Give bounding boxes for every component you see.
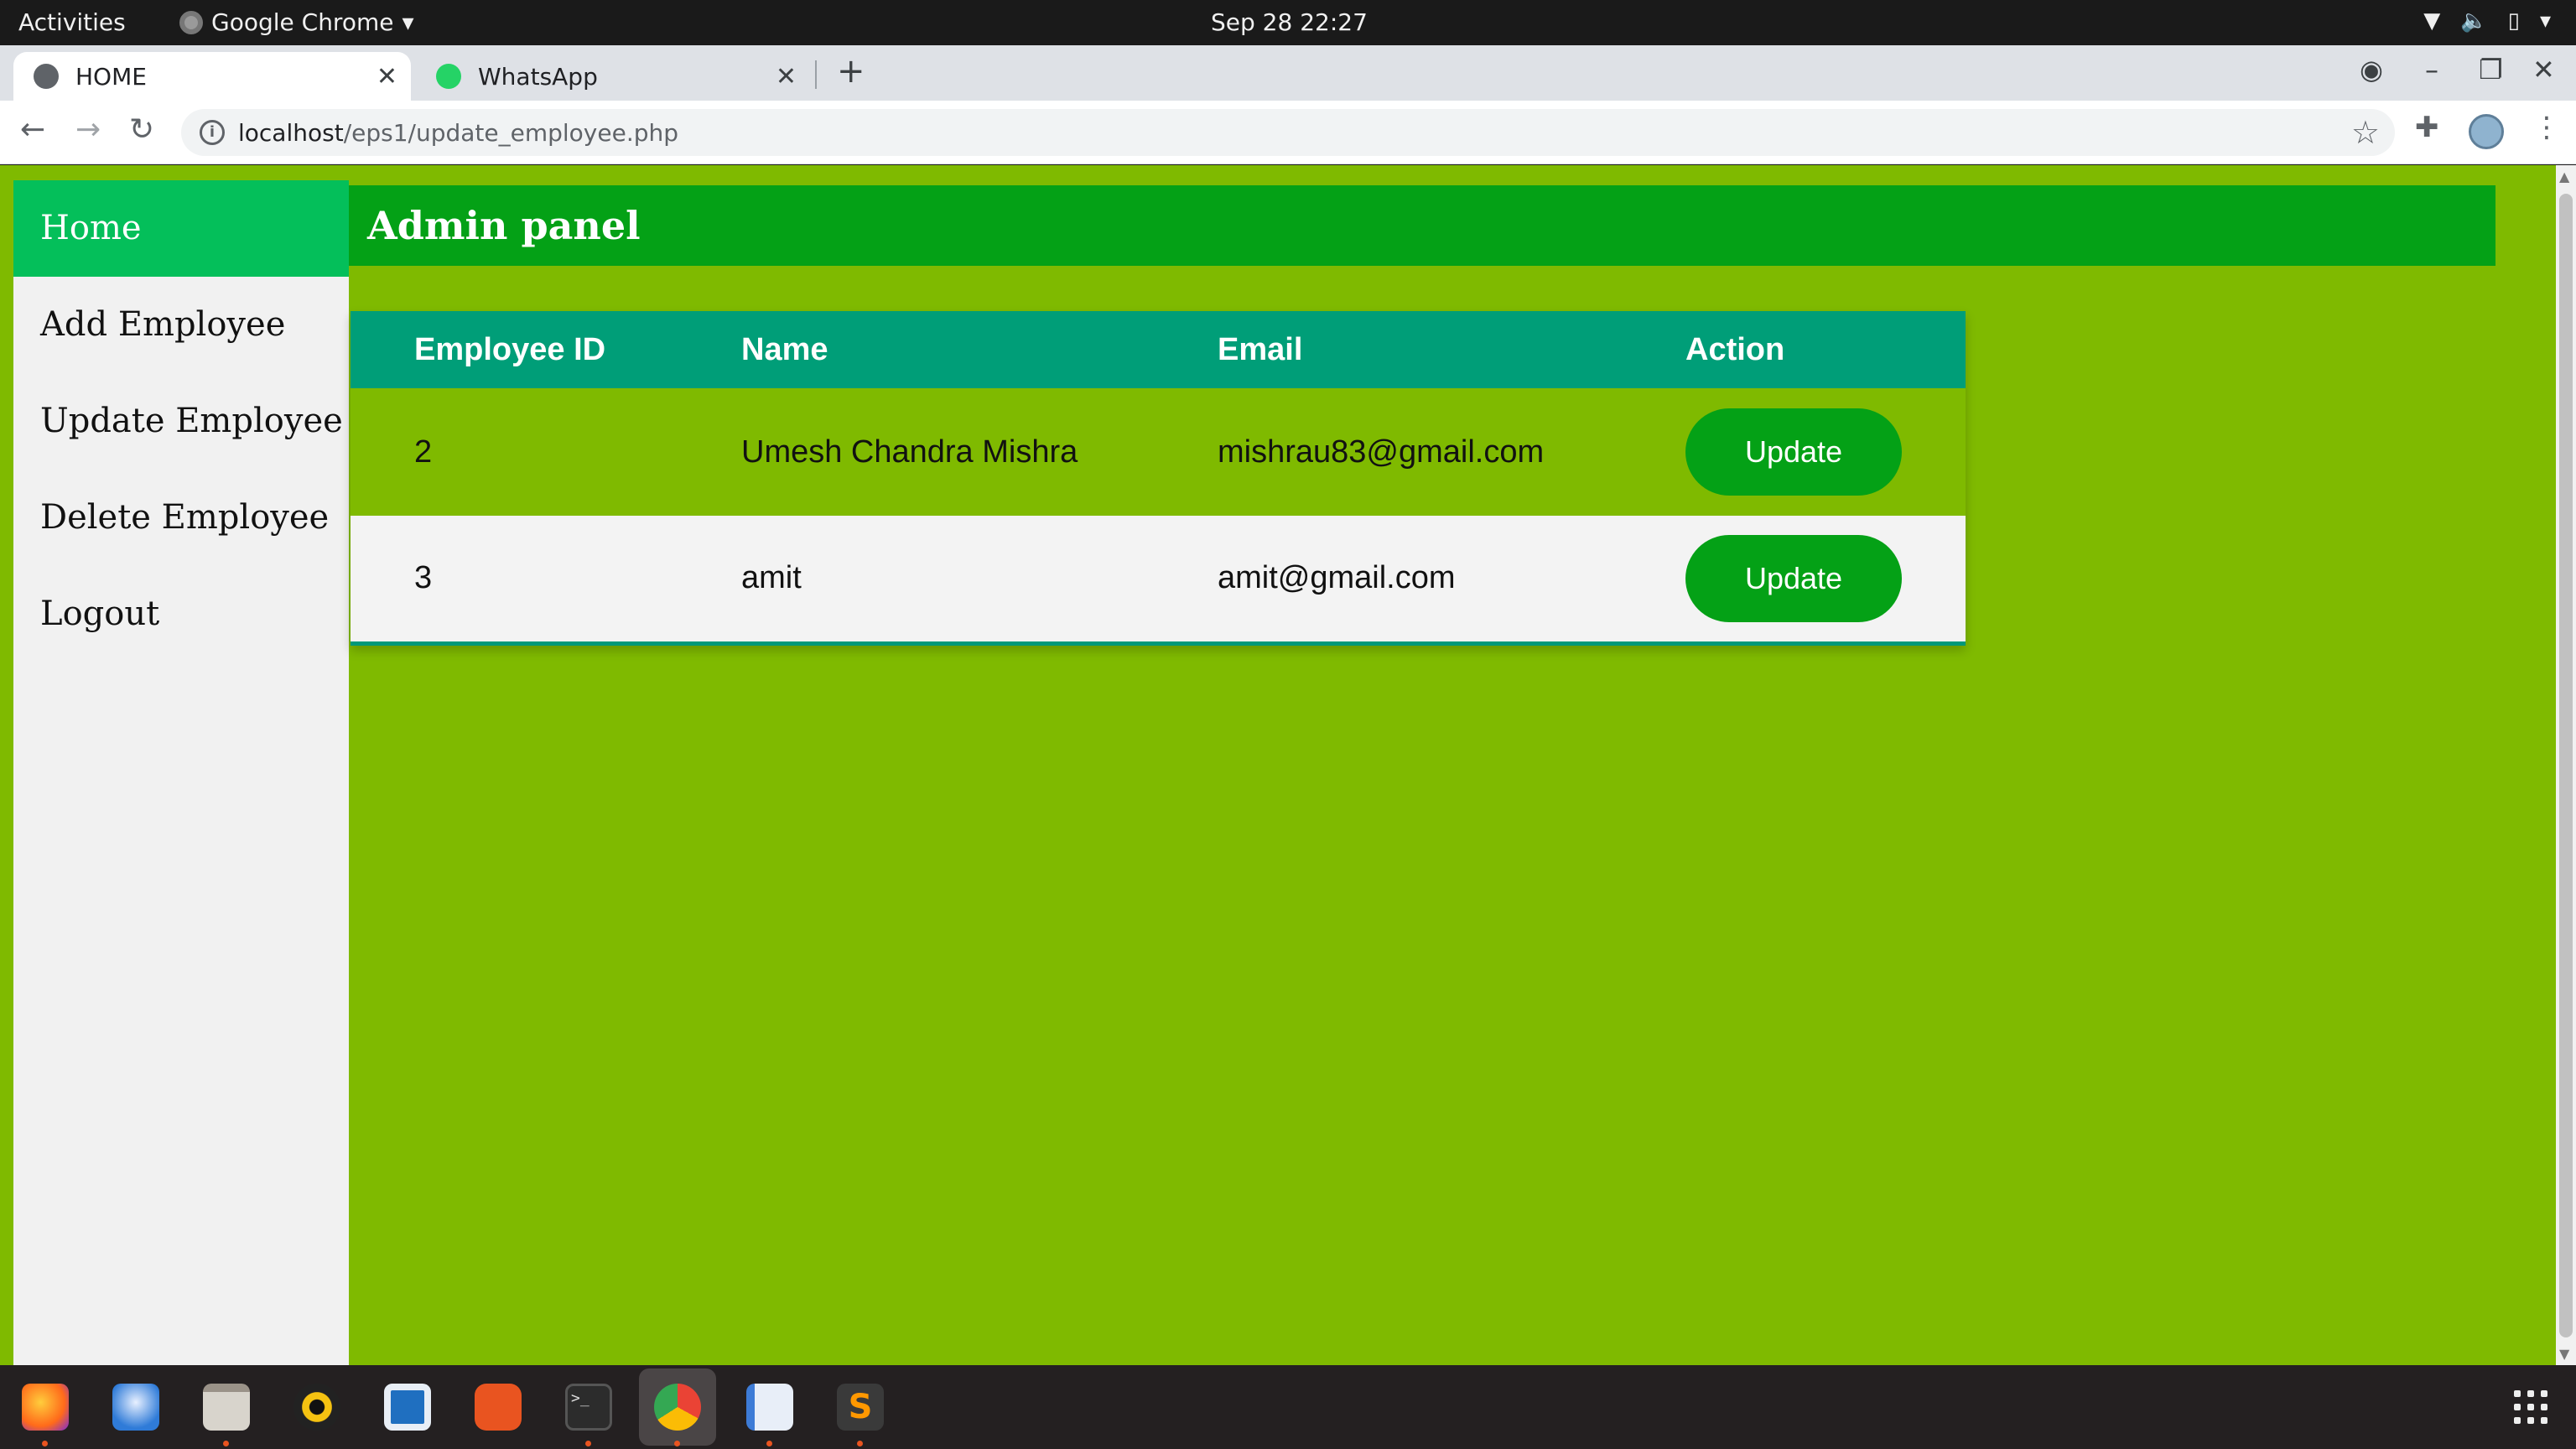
bookmark-star-icon[interactable]: ☆ [2351, 114, 2380, 151]
app-menu-label: Google Chrome [211, 8, 394, 36]
update-button[interactable]: Update [1685, 534, 1902, 622]
scroll-down-icon[interactable]: ▼ [2559, 1346, 2569, 1362]
cell-action: Update [1685, 388, 1966, 516]
activities-button[interactable]: Activities [18, 8, 126, 36]
software-icon[interactable] [475, 1384, 522, 1431]
app-menu[interactable]: Google Chrome ▾ [179, 8, 414, 36]
scrollbar-thumb[interactable] [2559, 194, 2573, 1337]
chrome-icon [179, 10, 203, 34]
firefox-icon[interactable] [22, 1384, 69, 1431]
running-indicator [223, 1441, 229, 1446]
cell-action: Update [1685, 516, 1966, 646]
tab-home[interactable]: HOME ✕ [13, 52, 411, 101]
page-viewport: Home Add Employee Update Employee Delete… [0, 165, 2556, 1365]
sidebar-item-delete-employee[interactable]: Delete Employee [13, 470, 349, 566]
column-header-name: Name [741, 311, 1218, 388]
column-header-action: Action [1685, 311, 1966, 388]
browser-toolbar: ← → ↻ i localhost/eps1/update_employee.p… [0, 101, 2576, 164]
cell-name: amit [741, 516, 1218, 646]
running-indicator [42, 1441, 48, 1446]
tab-label: WhatsApp [478, 62, 598, 91]
cell-name: Umesh Chandra Mishra [741, 388, 1218, 516]
tab-whatsapp[interactable]: WhatsApp ✕ [424, 52, 810, 101]
text-editor-icon[interactable] [746, 1384, 793, 1431]
thunderbird-icon[interactable] [112, 1384, 159, 1431]
tab-separator [815, 60, 817, 89]
tab-label: HOME [75, 62, 147, 91]
new-tab-button[interactable]: + [837, 52, 865, 91]
restore-icon[interactable]: ❐ [2479, 54, 2503, 86]
table-row: 3 amit amit@gmail.com Update [351, 516, 1966, 646]
close-icon[interactable]: ✕ [776, 62, 797, 91]
reload-icon[interactable]: ↻ [129, 112, 154, 147]
info-icon[interactable]: i [200, 120, 225, 145]
column-header-id: Employee ID [351, 311, 741, 388]
tab-strip: HOME ✕ WhatsApp ✕ [0, 45, 2576, 101]
globe-icon [34, 64, 59, 89]
running-indicator [585, 1441, 591, 1446]
profile-avatar[interactable] [2469, 114, 2504, 149]
show-applications-grid-icon[interactable] [2514, 1390, 2547, 1424]
running-indicator [857, 1441, 863, 1446]
table-row: 2 Umesh Chandra Mishra mishrau83@gmail.c… [351, 388, 1966, 516]
sublime-icon[interactable]: S [837, 1384, 884, 1431]
running-indicator [766, 1441, 772, 1446]
forward-icon[interactable]: → [75, 112, 101, 147]
sidebar-item-add-employee[interactable]: Add Employee [13, 277, 349, 373]
clock[interactable]: Sep 28 22:27 [1211, 8, 1368, 36]
wifi-icon: ▼ [2423, 8, 2441, 34]
dock: >_ S [0, 1365, 2576, 1449]
table-header-row: Employee ID Name Email Action [351, 311, 1966, 388]
sidebar: Home Add Employee Update Employee Delete… [13, 180, 349, 1365]
cell-email: amit@gmail.com [1218, 516, 1685, 646]
back-icon[interactable]: ← [20, 112, 45, 147]
terminal-icon[interactable]: >_ [565, 1384, 612, 1431]
chevron-down-icon: ▾ [2539, 8, 2551, 34]
writer-icon[interactable] [384, 1384, 431, 1431]
close-icon[interactable]: ✕ [377, 62, 397, 91]
cell-employee-id: 2 [351, 388, 741, 516]
employee-table: Employee ID Name Email Action 2 Umesh Ch… [351, 311, 1966, 646]
running-indicator [674, 1441, 680, 1446]
system-top-bar: Activities Google Chrome ▾ Sep 28 22:27 … [0, 0, 2576, 45]
url-text[interactable]: localhost/eps1/update_employee.php [238, 119, 678, 147]
url-host: localhost [238, 119, 344, 147]
tab-search-icon[interactable]: ◉ [2360, 54, 2383, 86]
scroll-up-icon[interactable]: ▲ [2559, 169, 2569, 184]
cell-email: mishrau83@gmail.com [1218, 388, 1685, 516]
page-title: Admin panel [349, 185, 2496, 266]
volume-icon: 🔈 [2460, 8, 2488, 34]
rhythmbox-icon[interactable] [293, 1384, 340, 1431]
url-path: /eps1/update_employee.php [343, 119, 679, 147]
chevron-down-icon: ▾ [402, 8, 414, 36]
cell-employee-id: 3 [351, 516, 741, 646]
column-header-email: Email [1218, 311, 1685, 388]
battery-icon: ▯ [2507, 8, 2520, 34]
sidebar-item-update-employee[interactable]: Update Employee [13, 373, 349, 470]
page-scrollbar[interactable]: ▲ ▼ [2556, 165, 2576, 1365]
extensions-puzzle-icon[interactable]: ✚ [2415, 111, 2439, 144]
system-tray[interactable]: ▼ 🔈 ▯ ▾ [2423, 8, 2551, 34]
update-button[interactable]: Update [1685, 408, 1902, 496]
sidebar-item-logout[interactable]: Logout [13, 566, 349, 662]
close-window-icon[interactable]: ✕ [2532, 54, 2555, 86]
minimize-icon[interactable]: – [2425, 54, 2438, 86]
menu-kebab-icon[interactable]: ⋮ [2532, 111, 2561, 144]
address-bar[interactable]: i localhost/eps1/update_employee.php ☆ [181, 109, 2395, 156]
sidebar-item-home[interactable]: Home [13, 180, 349, 277]
whatsapp-icon [436, 64, 461, 89]
chrome-icon[interactable] [654, 1384, 701, 1431]
files-icon[interactable] [203, 1384, 250, 1431]
